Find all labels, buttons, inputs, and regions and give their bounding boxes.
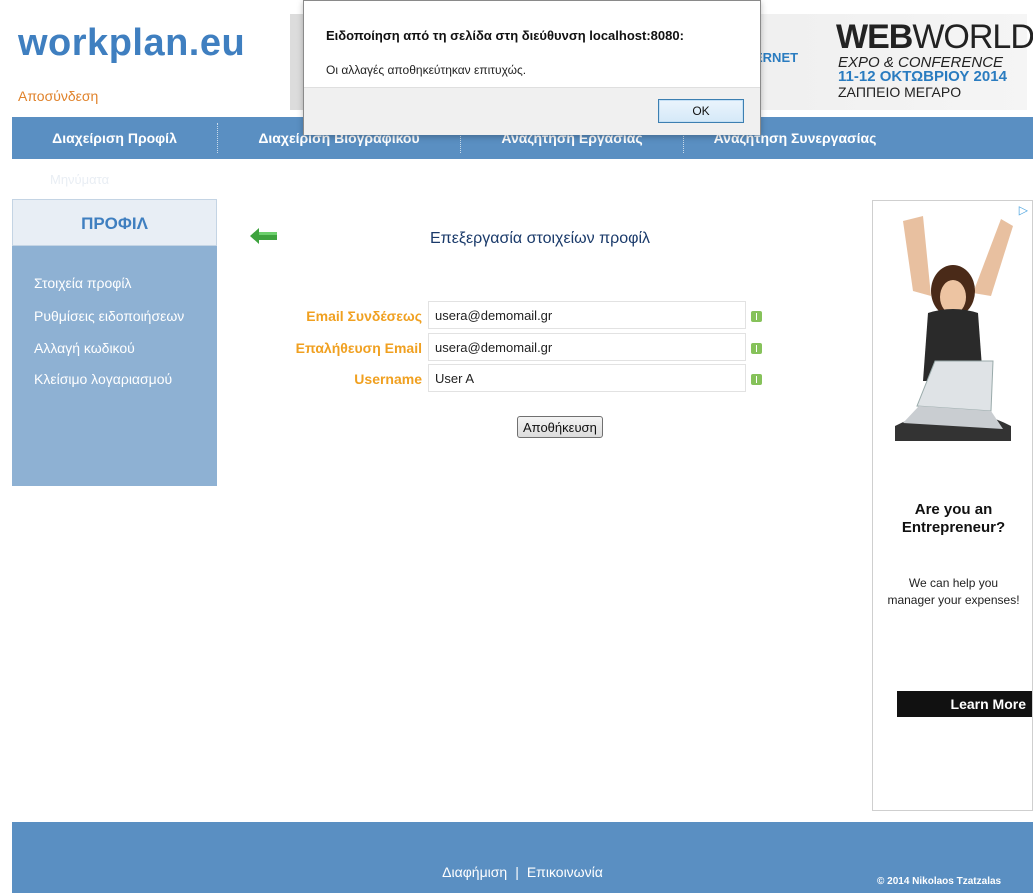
valid-check-icon	[751, 343, 762, 354]
nav-item-messages[interactable]: Μηνύματα	[50, 172, 109, 187]
ad-headline-line1: Are you an	[914, 501, 993, 518]
alert-ok-button[interactable]: OK	[658, 99, 744, 123]
page-title: Επεξεργασία στοιχείων προφίλ	[430, 230, 651, 247]
ad-subtext-line1: We can help you	[908, 576, 999, 590]
save-button[interactable]: Αποθήκευση	[517, 416, 603, 438]
banner-venue-text: ΖΑΠΠΕΙΟ ΜΕΓΑΡΟ	[838, 84, 962, 100]
alert-message: Οι αλλαγές αποθηκεύτηκαν επιτυχώς.	[326, 63, 527, 77]
footer-separator: |	[515, 864, 519, 880]
logout-link[interactable]: Αποσύνδεση	[18, 88, 98, 104]
alert-dialog: Ειδοποίηση από τη σελίδα στη διεύθυνση l…	[303, 0, 761, 135]
profile-sidebar: ΠΡΟΦΙΛ Στοιχεία προφίλ Ρυθμίσεις ειδοποι…	[12, 199, 217, 486]
valid-check-icon	[751, 374, 762, 385]
banner-web-normal: WORLD	[912, 18, 1033, 56]
side-ad[interactable]: ▷ Are you an Entrepreneur? We can help y…	[872, 200, 1033, 811]
sidebar-item-notification-settings[interactable]: Ρυθμίσεις ειδοποιήσεων	[34, 308, 184, 324]
ad-headline: Are you an Entrepreneur?	[873, 501, 1032, 537]
banner-webworld-logo: WEBWORLD	[836, 20, 1033, 54]
footer-contact-link[interactable]: Επικοινωνία	[527, 864, 603, 880]
login-email-input[interactable]	[428, 301, 746, 329]
alert-button-bar: OK	[304, 87, 760, 135]
sidebar-heading: ΠΡΟΦΙΛ	[12, 199, 217, 246]
username-label: Username	[354, 371, 422, 387]
sidebar-item-close-account[interactable]: Κλείσιμο λογαριασμού	[34, 371, 172, 387]
ad-subtext-line2: manager your expenses!	[887, 593, 1020, 607]
site-logo[interactable]: workplan.eu	[18, 22, 245, 65]
footer: Διαφήμιση | Επικοινωνία © 2014 Nikolaos Tz…	[12, 822, 1033, 893]
username-input[interactable]	[428, 364, 746, 392]
banner-web-bold: WEB	[836, 18, 913, 56]
back-arrow-icon[interactable]	[250, 227, 278, 245]
ad-subtext: We can help you manager your expenses!	[873, 575, 1032, 609]
ad-learn-more-button[interactable]: Learn More	[897, 691, 1032, 717]
ad-person-image	[895, 216, 1013, 441]
banner-dates-text: 11-12 ΟΚΤΩΒΡΙΟΥ 2014	[838, 68, 1007, 85]
copyright: © 2014 Nikolaos Tzatzalas	[877, 876, 1002, 887]
valid-check-icon	[751, 311, 762, 322]
verify-email-label: Επαλήθευση Email	[295, 340, 422, 356]
ad-headline-line2: Entrepreneur?	[901, 519, 1006, 536]
alert-title: Ειδοποίηση από τη σελίδα στη διεύθυνση l…	[326, 28, 684, 43]
login-email-label: Email Συνδέσεως	[306, 308, 422, 324]
sidebar-item-profile-details[interactable]: Στοιχεία προφίλ	[34, 275, 132, 291]
nav-item-profile[interactable]: Διαχείριση Προφίλ	[12, 117, 217, 159]
verify-email-input[interactable]	[428, 333, 746, 361]
sidebar-item-change-password[interactable]: Αλλαγή κωδικού	[34, 340, 135, 356]
footer-advertising-link[interactable]: Διαφήμιση	[442, 864, 507, 880]
page: workplan.eu Αποσύνδεση ERNET WEBWORLD EX…	[0, 0, 1033, 893]
